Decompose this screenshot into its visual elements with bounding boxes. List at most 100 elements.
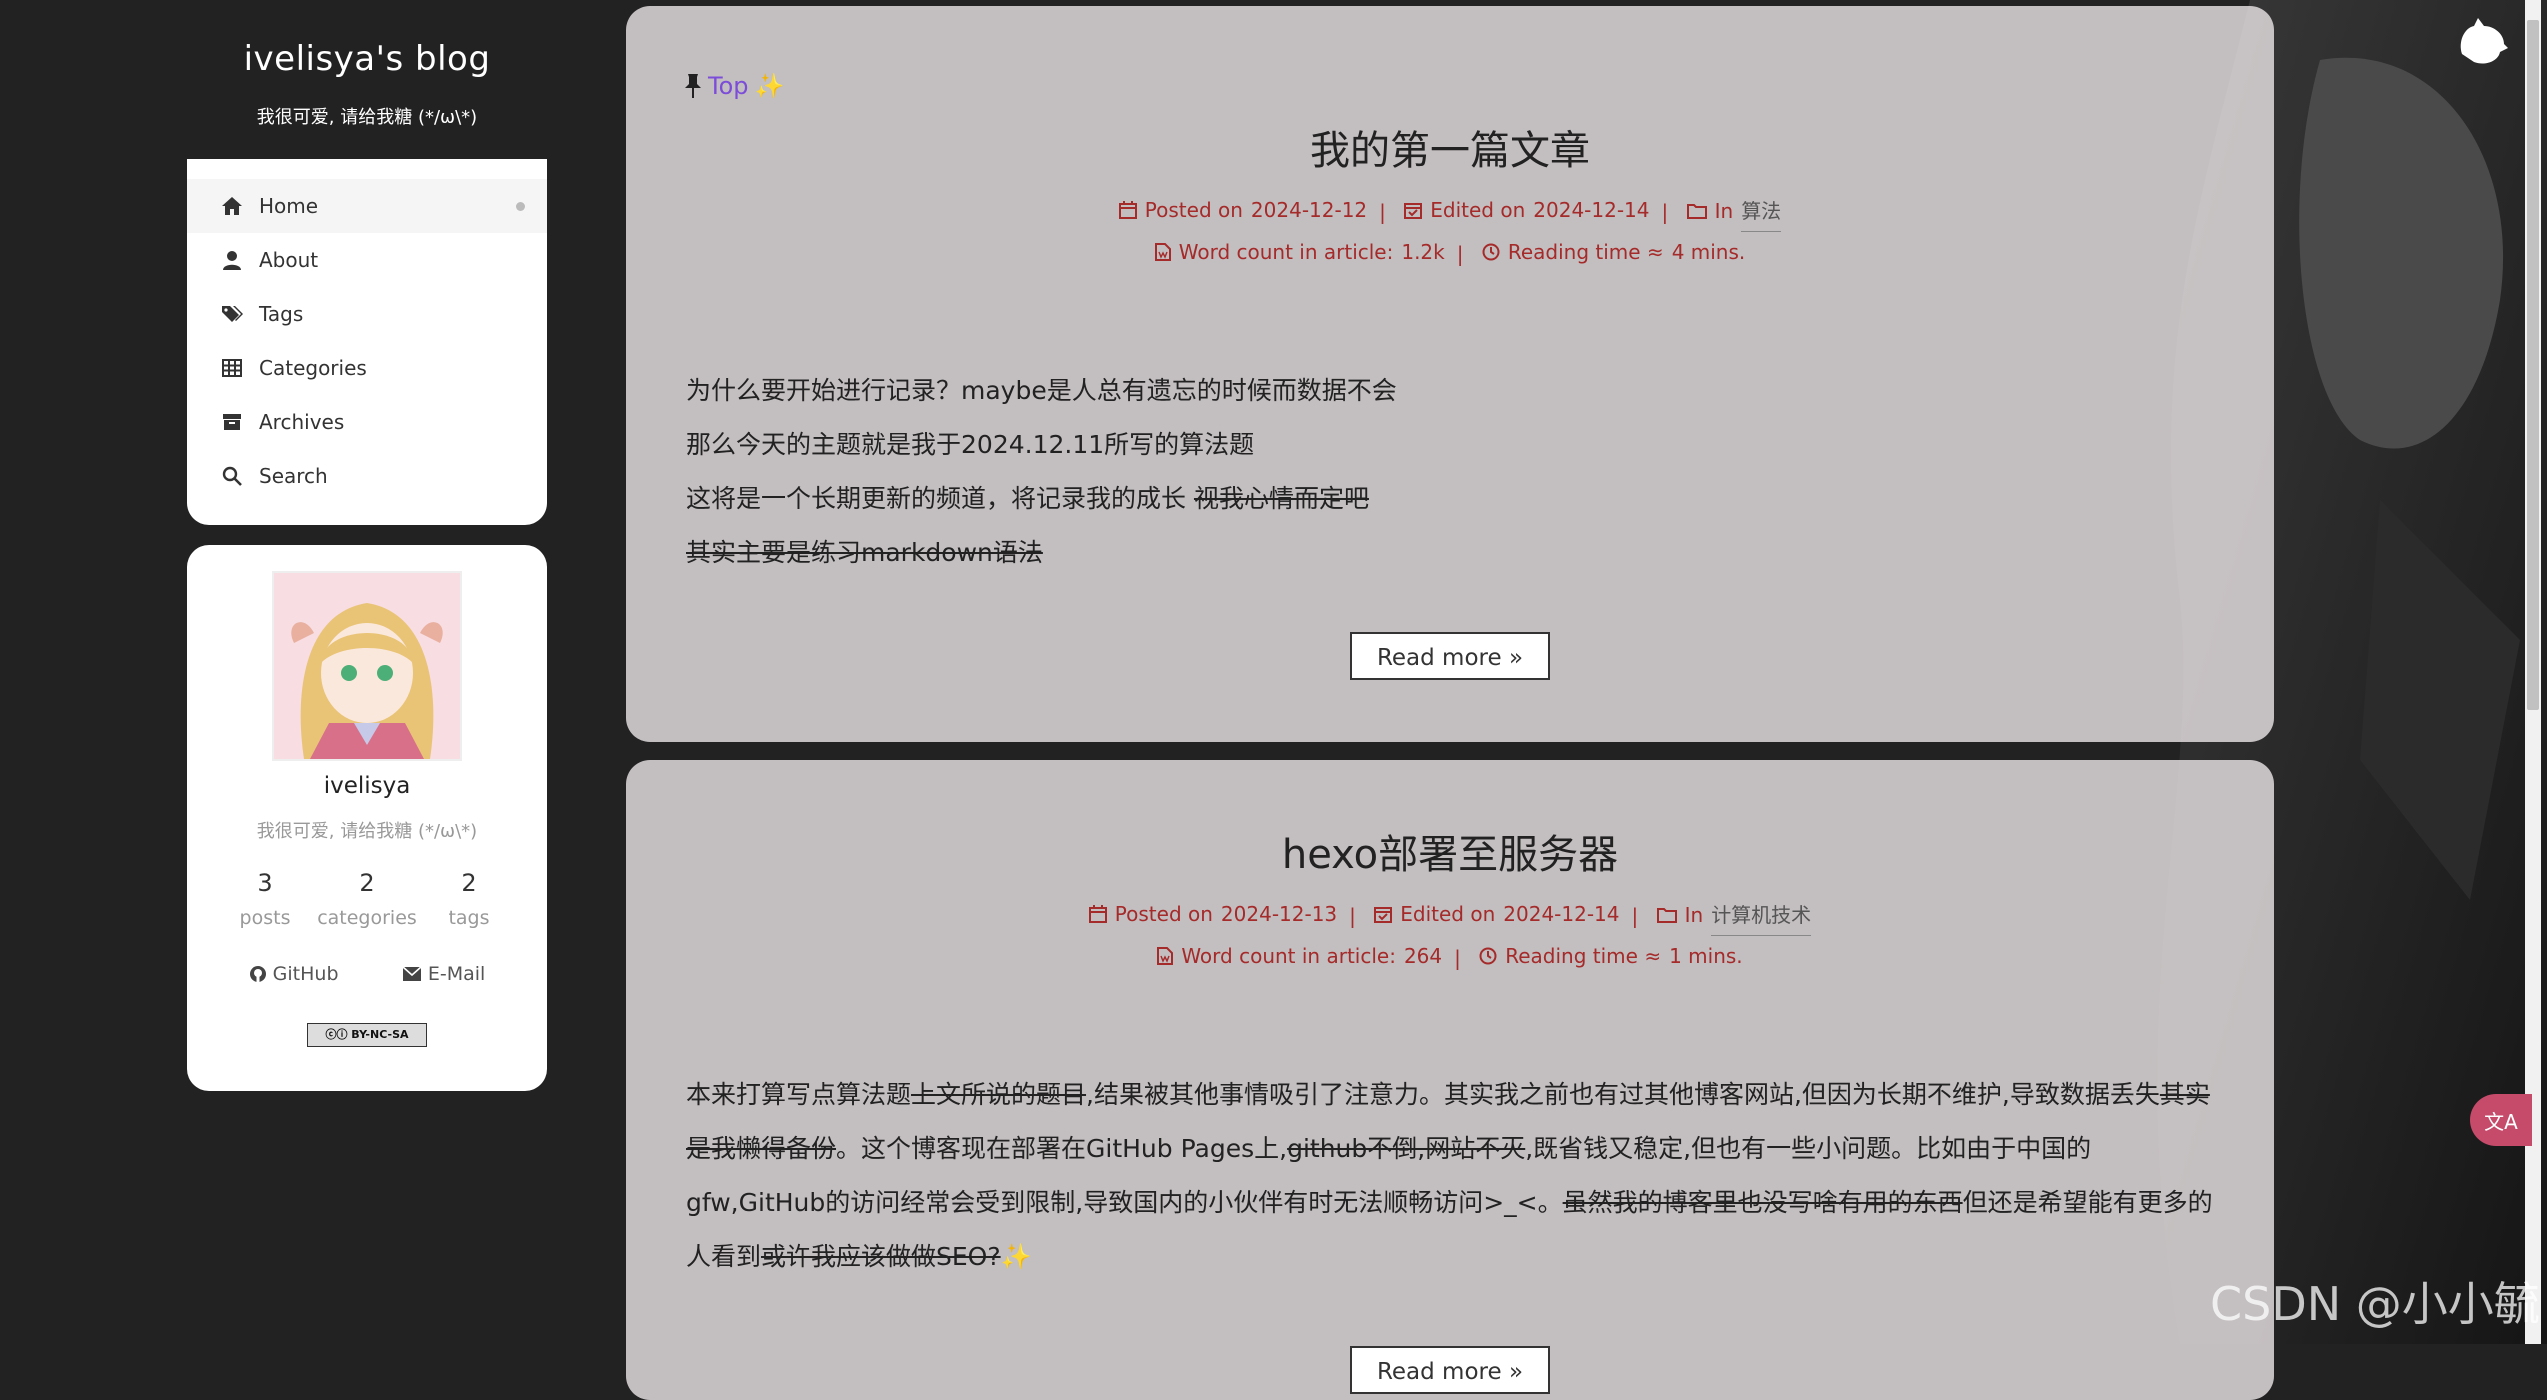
clock-icon — [1482, 243, 1500, 261]
clock-icon — [1479, 947, 1497, 965]
menu-item-about[interactable]: About — [187, 233, 547, 287]
author-description: 我很可爱, 请给我糖 (*/ω\*) — [256, 821, 478, 842]
scrollbar-thumb[interactable] — [2527, 20, 2539, 710]
cc-icon: ⓒⓘ — [325, 1028, 352, 1041]
folder-icon — [1686, 204, 1707, 219]
archive-icon — [219, 409, 245, 435]
author-profile: ivelisya 我很可爱, 请给我糖 (*/ω\*) 3 posts 2 ca… — [187, 545, 547, 1091]
read-more-button[interactable]: Read more » — [1350, 632, 1550, 680]
posted-value[interactable]: 2024-12-13 — [1221, 894, 1337, 934]
post-excerpt: 本来打算写点算法题上文所说的题目,结果被其他事情吸引了注意力。其实我之前也有过其… — [626, 1068, 2274, 1284]
email-link[interactable]: E-Mail — [402, 963, 485, 985]
pushpin-icon — [685, 74, 701, 98]
edited-date: Edited on 2024-12-14 — [1404, 190, 1650, 230]
sparkle-emoji: ✨ — [1000, 1242, 1032, 1271]
menu-item-label: Archives — [259, 410, 345, 434]
menu-item-categories[interactable]: Categories — [187, 341, 547, 395]
stat-number: 2 — [359, 869, 375, 897]
readtime-label: Reading time ≈ — [1505, 944, 1662, 968]
calendar-check-icon — [1404, 203, 1423, 219]
stat-label: posts — [239, 907, 291, 929]
menu-item-tags[interactable]: Tags — [187, 287, 547, 341]
post-title[interactable]: 我的第一篇文章 — [626, 118, 2274, 176]
edited-label: Edited on — [1430, 198, 1526, 222]
stat-posts[interactable]: 3 posts — [214, 869, 316, 929]
strikethrough-text: 其实主要是练习markdown语法 — [686, 538, 1043, 567]
stat-tags[interactable]: 2 tags — [418, 869, 520, 929]
meta-separator: | — [1454, 946, 1461, 970]
strikethrough-text: github不倒,网站不灭 — [1287, 1134, 1526, 1163]
file-word-icon — [1157, 947, 1174, 965]
site-brand: ivelisya's blog 我很可爱, 请给我糖 (*/ω\*) — [187, 13, 547, 159]
stat-label: categories — [317, 907, 417, 929]
meta-separator: | — [1456, 242, 1464, 266]
author-stats: 3 posts 2 categories 2 tags — [187, 869, 547, 929]
github-icon — [249, 966, 266, 982]
strikethrough-text: 虽然我的博客里也没写啥有用的东西 — [1562, 1188, 1963, 1217]
post-excerpt: 为什么要开始进行记录？maybe是人总有遗忘的时候而数据不会 那么今天的主题就是… — [626, 364, 2274, 580]
posted-label: Posted on — [1114, 902, 1213, 926]
menu-item-home[interactable]: Home — [187, 179, 547, 233]
wordcount-value: 1.2k — [1401, 240, 1445, 264]
excerpt-line: 为什么要开始进行记录？maybe是人总有遗忘的时候而数据不会 — [686, 376, 1397, 405]
category-prefix: In — [1684, 903, 1704, 927]
reading-time: Reading time ≈ 4 mins. — [1482, 232, 1745, 272]
stat-number: 3 — [257, 869, 273, 897]
menu-item-search[interactable]: Search — [187, 449, 547, 503]
sparkle-emoji: ✨ — [754, 72, 785, 100]
active-indicator — [516, 201, 525, 211]
github-label: GitHub — [272, 963, 339, 985]
github-link[interactable]: GitHub — [249, 963, 339, 985]
license-badge[interactable]: ⓒⓘ BY-NC-SA — [307, 1023, 427, 1047]
edited-value: 2024-12-14 — [1503, 902, 1620, 926]
site-title[interactable]: ivelisya's blog — [187, 39, 547, 79]
word-count: Word count in article: 264 — [1157, 936, 1442, 976]
email-label: E-Mail — [427, 963, 486, 985]
edited-value: 2024-12-14 — [1533, 198, 1650, 222]
edited-label: Edited on — [1400, 902, 1496, 926]
readtime-value: 4 mins. — [1671, 240, 1746, 264]
reading-time: Reading time ≈ 1 mins. — [1479, 936, 1743, 976]
category-prefix: In — [1714, 199, 1734, 223]
stat-number: 2 — [461, 869, 477, 897]
folder-icon — [1656, 908, 1677, 923]
stat-categories[interactable]: 2 categories — [316, 869, 418, 929]
menu-item-archives[interactable]: Archives — [187, 395, 547, 449]
read-more-button[interactable]: Read more » — [1350, 1346, 1550, 1394]
meta-separator: | — [1631, 904, 1639, 928]
edited-date: Edited on 2024-12-14 — [1374, 894, 1620, 934]
category-link[interactable]: 计算机技术 — [1711, 895, 1812, 936]
site-subtitle: 我很可爱, 请给我糖 (*/ω\*) — [256, 107, 478, 128]
excerpt-text: 本来打算写点算法题 — [686, 1080, 912, 1109]
strikethrough-text: 视我心情而定吧 — [1193, 484, 1369, 513]
excerpt-text: 这将是一个长期更新的频道，将记录我的成长 — [686, 484, 1194, 513]
main-menu: Home About Tags Categories Archives Sear… — [187, 159, 547, 525]
post-category: In 算法 — [1686, 191, 1782, 232]
menu-item-label: Search — [259, 464, 328, 488]
posted-value[interactable]: 2024-12-12 — [1251, 190, 1367, 230]
excerpt-line: 这将是一个长期更新的频道，将记录我的成长 视我心情而定吧 — [686, 472, 2214, 526]
pinned-label: Top ✨ — [684, 72, 784, 100]
search-icon — [219, 463, 245, 489]
posted-date: Posted on 2024-12-12 — [1118, 190, 1367, 230]
readtime-value: 1 mins. — [1669, 944, 1743, 968]
calendar-icon — [1088, 905, 1107, 923]
calendar-icon — [1118, 201, 1137, 219]
github-corner-cat-icon[interactable] — [2454, 14, 2510, 70]
tags-icon — [219, 301, 245, 327]
menu-item-label: Tags — [259, 302, 304, 326]
wordcount-label: Word count in article: — [1181, 944, 1396, 968]
translate-button[interactable]: 文A — [2470, 1094, 2532, 1146]
license-label: BY-NC-SA — [351, 1028, 409, 1041]
author-name: ivelisya — [323, 773, 411, 799]
strikethrough-text: 或许我应该做做SEO? — [761, 1242, 1001, 1271]
post-title[interactable]: hexo部署至服务器 — [626, 822, 2274, 880]
posted-date: Posted on 2024-12-13 — [1088, 894, 1337, 934]
strikethrough-text: 上文所说的题目 — [911, 1080, 1087, 1109]
category-link[interactable]: 算法 — [1741, 191, 1782, 232]
envelope-icon — [402, 966, 422, 981]
excerpt-text: 。这个博客现在部署在GitHub Pages上, — [836, 1134, 1288, 1163]
calendar-check-icon — [1374, 907, 1393, 923]
social-links: GitHub E-Mail — [217, 963, 517, 985]
excerpt-line: 其实主要是练习markdown语法 — [686, 526, 2214, 580]
